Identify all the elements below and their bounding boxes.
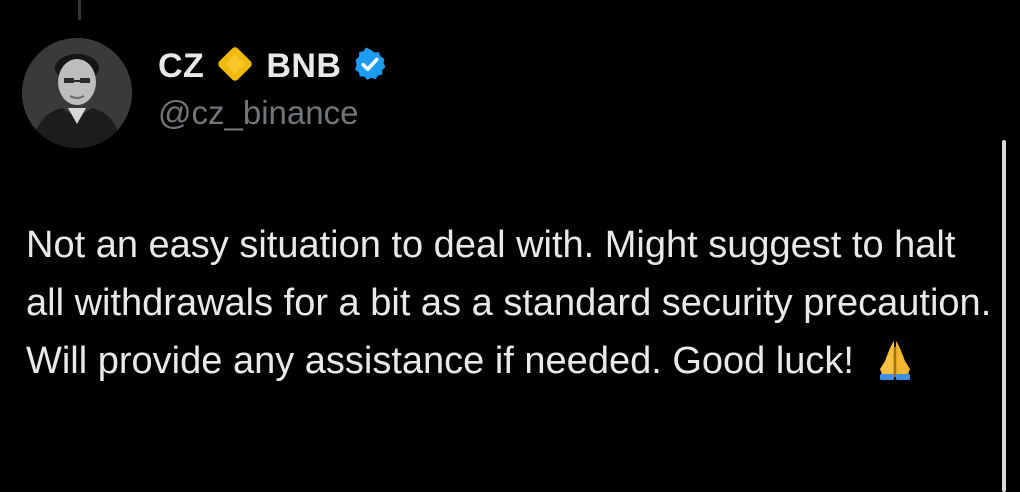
display-name-row[interactable]: CZ BNB (158, 44, 388, 88)
thread-connector-line (78, 0, 81, 20)
display-name-suffix[interactable]: BNB (266, 47, 341, 86)
scrollbar[interactable] (1002, 140, 1006, 492)
bnb-diamond-icon (214, 43, 256, 90)
display-name-prefix[interactable]: CZ (158, 47, 204, 86)
avatar[interactable] (22, 38, 132, 148)
avatar-portrait (22, 38, 132, 148)
tweet-text: Not an easy situation to deal with. Migh… (26, 224, 992, 382)
verified-badge-icon[interactable] (352, 46, 388, 87)
folded-hands-icon (873, 337, 917, 398)
user-handle[interactable]: @cz_binance (158, 94, 358, 132)
tweet-body: Not an easy situation to deal with. Migh… (26, 216, 1001, 398)
